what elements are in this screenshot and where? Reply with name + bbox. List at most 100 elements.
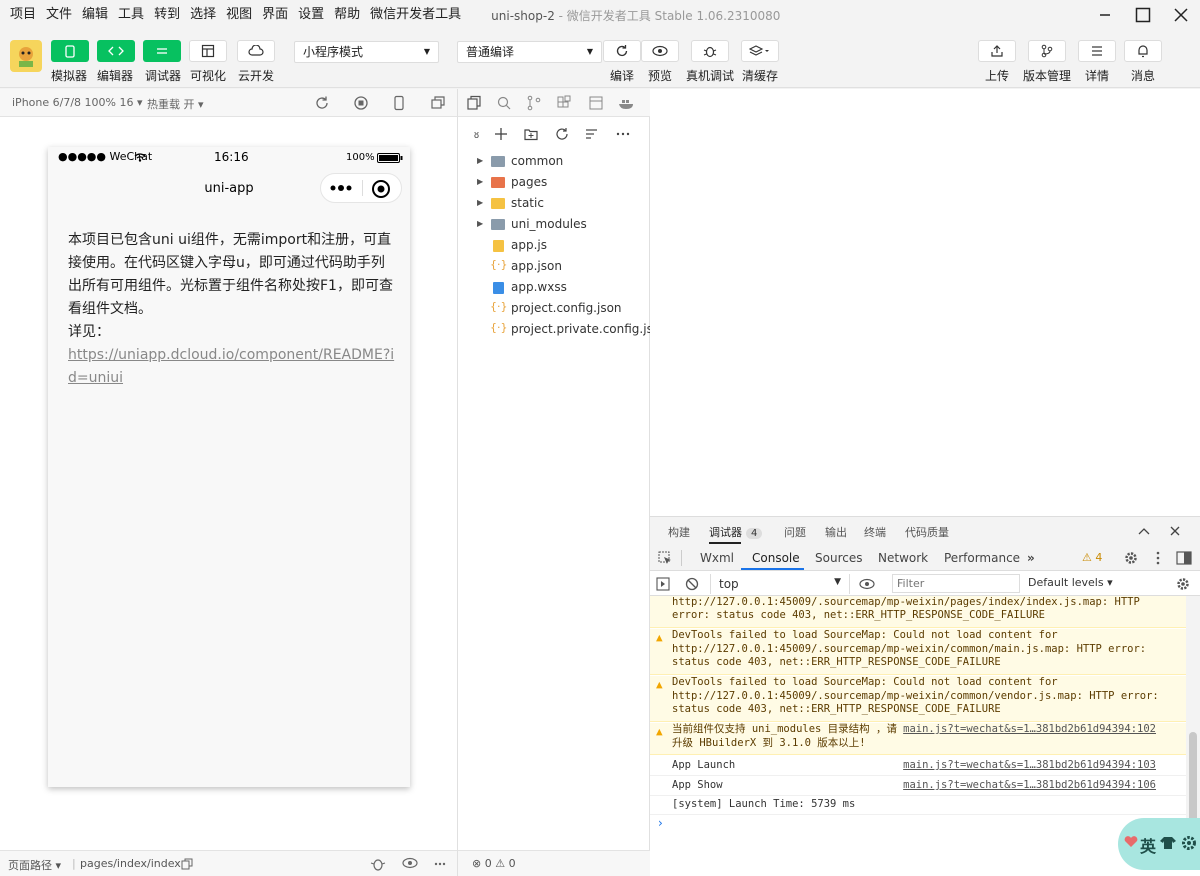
source-link[interactable]: main.js?t=wechat&s=1…381bd2b61d94394:106 — [903, 779, 1156, 793]
debugger-toggle-button[interactable] — [143, 40, 181, 62]
maximize-button[interactable] — [1124, 0, 1162, 30]
console-scrollbar[interactable] — [1186, 596, 1200, 846]
docker-icon[interactable] — [618, 95, 636, 111]
upload-button[interactable] — [978, 40, 1016, 62]
console-prompt[interactable]: › — [658, 816, 663, 830]
copy-icon[interactable] — [181, 858, 193, 870]
new-file-icon[interactable] — [494, 127, 508, 141]
source-control-icon[interactable] — [526, 95, 542, 111]
real-device-debug-button[interactable] — [691, 40, 729, 62]
page-path-select[interactable]: 页面路径 ▾ — [8, 857, 61, 873]
tab-network[interactable]: Network — [878, 551, 928, 565]
details-button[interactable] — [1078, 40, 1116, 62]
mode-select[interactable]: 小程序模式 ▼ — [294, 41, 439, 63]
inspect-icon[interactable] — [658, 551, 672, 565]
more-icon[interactable] — [434, 858, 446, 870]
source-link[interactable]: main.js?t=wechat&s=1…381bd2b61d94394:103 — [903, 759, 1156, 773]
eye-icon[interactable] — [402, 857, 418, 869]
compile-button[interactable] — [603, 40, 641, 62]
menu-edit[interactable]: 编辑 — [72, 0, 108, 30]
menu-project[interactable]: 项目 — [0, 0, 36, 30]
console-filter-input[interactable] — [892, 574, 1020, 593]
menu-help[interactable]: 帮助 — [324, 0, 360, 30]
tab-terminal[interactable]: 终端 — [864, 524, 886, 540]
tab-debugger[interactable]: 调试器 4 — [709, 524, 763, 540]
version-control-button[interactable] — [1028, 40, 1066, 62]
device-select[interactable]: iPhone 6/7/8 100% 16 ▾ — [12, 96, 143, 109]
tab-build[interactable]: 构建 — [668, 524, 690, 540]
more-dots-icon[interactable] — [329, 184, 353, 192]
floating-mascot-widget[interactable]: 英 — [1118, 818, 1200, 870]
close-target-icon[interactable] — [371, 179, 391, 199]
tree-item-uni-modules[interactable]: ▶ uni_modules — [458, 215, 650, 236]
tree-item-common[interactable]: ▶ common — [458, 152, 650, 173]
bug-icon[interactable] — [370, 856, 386, 872]
refresh-icon[interactable] — [314, 95, 330, 111]
menu-goto[interactable]: 转到 — [144, 0, 180, 30]
kebab-menu-icon[interactable] — [1155, 551, 1161, 565]
tree-item-app-js[interactable]: app.js — [458, 236, 650, 257]
stop-icon[interactable] — [353, 95, 369, 111]
collapse-all-icon[interactable] — [585, 127, 599, 141]
window-icon[interactable] — [588, 95, 604, 111]
more-tabs-button[interactable]: » — [1027, 551, 1035, 565]
minimize-button[interactable] — [1086, 0, 1124, 30]
tree-item-pages[interactable]: ▶ pages — [458, 173, 650, 194]
tree-item-project-private-config[interactable]: {·} project.private.config.js... — [458, 320, 664, 341]
tab-output[interactable]: 输出 — [825, 524, 847, 540]
menu-wechat-devtools[interactable]: 微信开发者工具 — [360, 0, 461, 30]
chevron-up-icon[interactable] — [1138, 527, 1150, 535]
tab-performance[interactable]: Performance — [944, 551, 1020, 565]
clear-console-icon[interactable] — [685, 577, 699, 591]
avatar[interactable] — [10, 40, 42, 72]
search-icon[interactable] — [496, 95, 512, 111]
problem-counts[interactable]: ⊗ 0 ⚠ 0 — [472, 857, 516, 870]
refresh-icon[interactable] — [555, 127, 569, 141]
menu-file[interactable]: 文件 — [36, 0, 72, 30]
sidebar-toggle-icon[interactable] — [656, 577, 670, 591]
hot-reload-toggle[interactable]: 热重载 开 ▾ — [147, 96, 204, 112]
menu-tools[interactable]: 工具 — [108, 0, 144, 30]
editor-toggle-button[interactable] — [97, 40, 135, 62]
tab-wxml[interactable]: Wxml — [700, 551, 734, 565]
eye-icon[interactable] — [859, 578, 875, 590]
tree-item-static[interactable]: ▶ static — [458, 194, 650, 215]
extensions-icon[interactable] — [556, 95, 572, 111]
tab-problems[interactable]: 问题 — [784, 524, 806, 540]
readme-link[interactable]: https://uniapp.dcloud.io/component/READM… — [68, 344, 398, 390]
gear-icon[interactable] — [1124, 551, 1138, 565]
preview-button[interactable] — [641, 40, 679, 62]
phone-icon[interactable] — [391, 95, 407, 111]
tree-item-project-config[interactable]: {·} project.config.json — [458, 299, 650, 320]
menu-settings[interactable]: 设置 — [288, 0, 324, 30]
simulator-toggle-button[interactable] — [51, 40, 89, 62]
context-select[interactable]: top ▼ — [710, 574, 850, 594]
close-button[interactable] — [1162, 0, 1200, 30]
editor-area[interactable] — [650, 89, 1200, 516]
compile-select[interactable]: 普通编译 ▼ — [457, 41, 602, 63]
tree-item-app-json[interactable]: {·} app.json — [458, 257, 650, 278]
log-levels-select[interactable]: Default levels ▾ — [1028, 576, 1113, 589]
files-icon[interactable] — [466, 95, 482, 111]
tab-console[interactable]: Console — [752, 551, 800, 565]
messages-button[interactable] — [1124, 40, 1162, 62]
clear-cache-button[interactable] — [741, 40, 779, 62]
close-icon[interactable] — [1170, 526, 1180, 536]
menu-view[interactable]: 视图 — [216, 0, 252, 30]
tree-item-app-wxss[interactable]: app.wxss — [458, 278, 650, 299]
tab-sources[interactable]: Sources — [815, 551, 862, 565]
menu-interface[interactable]: 界面 — [252, 0, 288, 30]
tab-code-quality[interactable]: 代码质量 — [905, 524, 949, 540]
cloud-dev-button[interactable] — [237, 40, 275, 62]
visual-toggle-button[interactable] — [189, 40, 227, 62]
collapse-icon[interactable]: ᴕ — [474, 127, 484, 141]
detach-window-icon[interactable] — [430, 95, 446, 111]
scrollbar-thumb[interactable] — [1189, 732, 1197, 822]
warning-count[interactable]: ⚠ 4 — [1082, 551, 1102, 564]
gear-icon[interactable] — [1176, 577, 1190, 591]
source-link[interactable]: main.js?t=wechat&s=1…381bd2b61d94394:102 — [903, 723, 1156, 737]
more-icon[interactable] — [616, 127, 630, 141]
dock-icon[interactable] — [1176, 551, 1192, 565]
menu-select[interactable]: 选择 — [180, 0, 216, 30]
new-folder-icon[interactable] — [524, 127, 538, 141]
